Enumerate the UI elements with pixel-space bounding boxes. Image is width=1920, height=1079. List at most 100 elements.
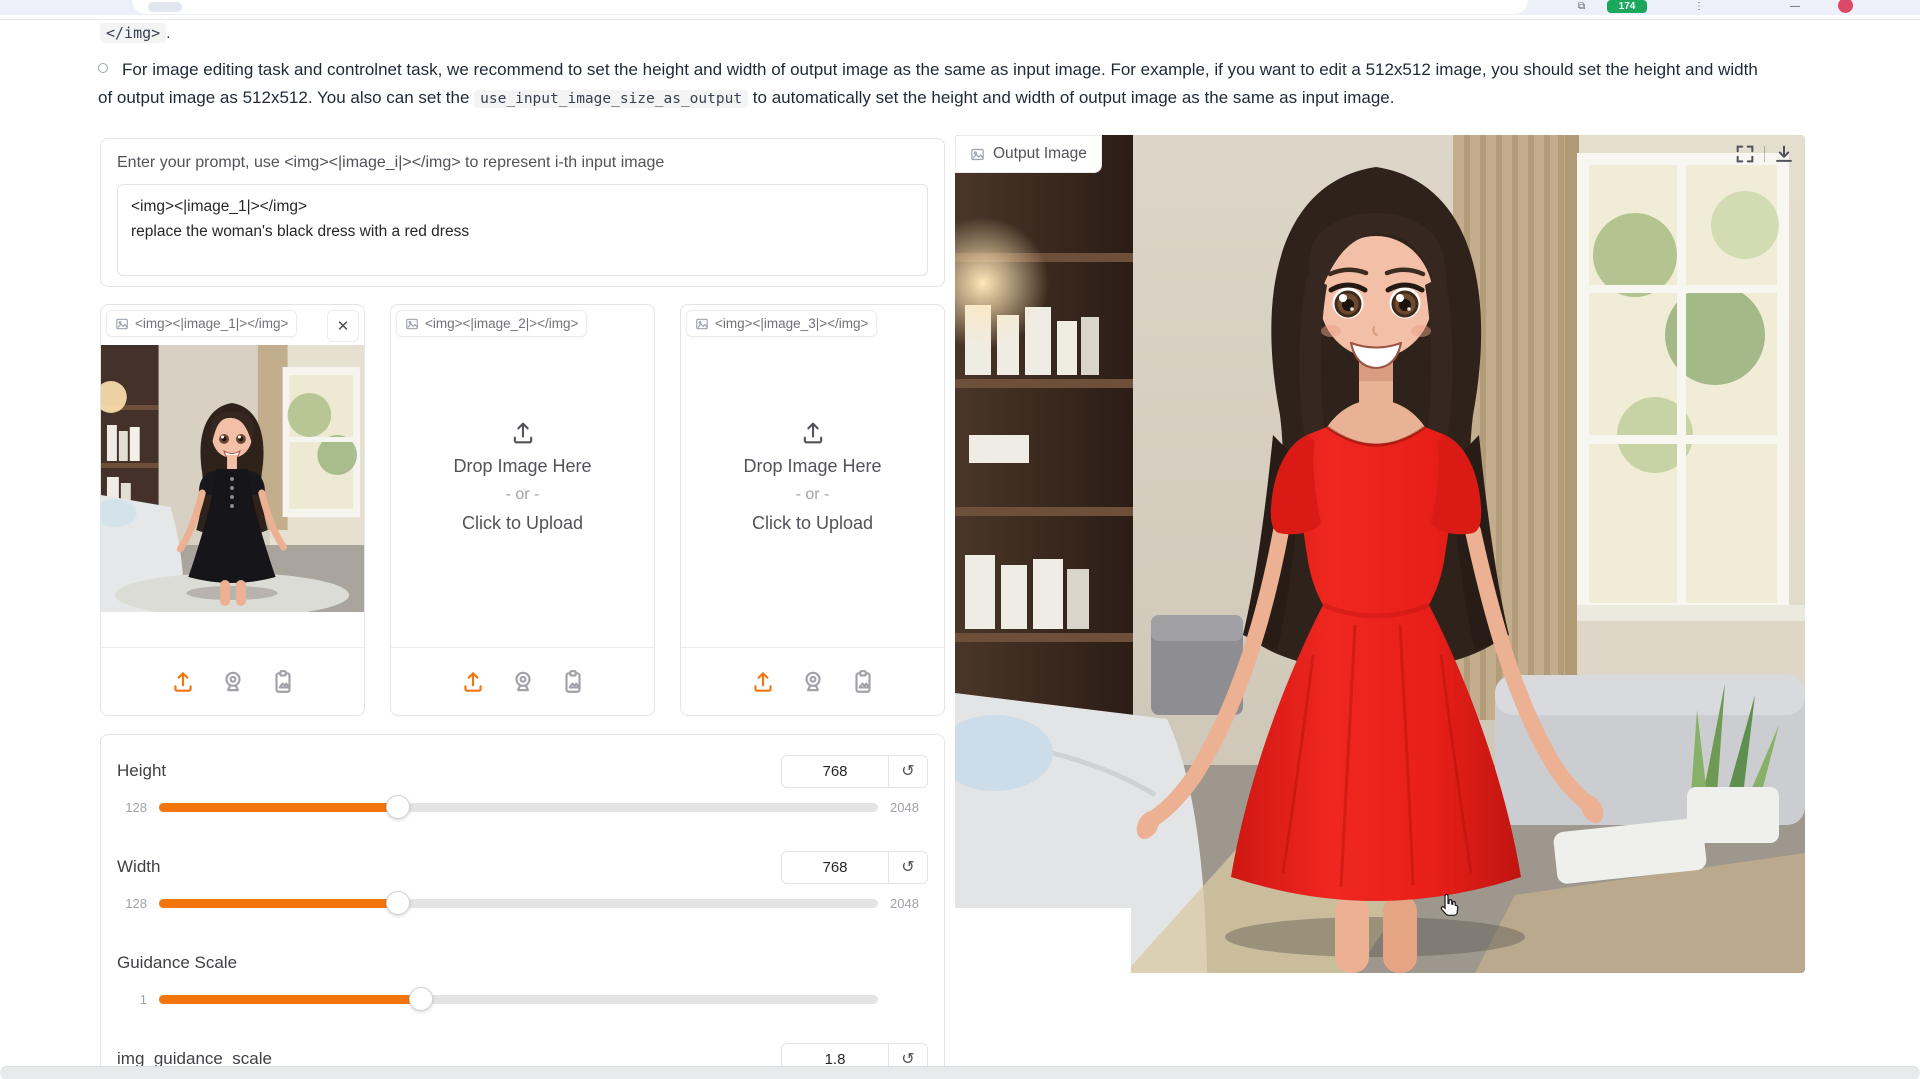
image-slot-1-label-pill: <img><|image_1|></img>: [106, 310, 297, 337]
clipboard-icon[interactable]: [560, 669, 586, 695]
guidance-scale-label: Guidance Scale: [117, 953, 237, 973]
image-icon: [695, 317, 709, 331]
or-text: - or -: [796, 486, 830, 504]
prompt-label: Enter your prompt, use <img><|image_i|><…: [117, 154, 928, 172]
parameters-panel: Height 768 ↺ 128 2048 Width 768 ↺ 128: [100, 734, 945, 1079]
width-reset-button[interactable]: ↺: [888, 852, 927, 883]
height-slider-row: 128 2048: [117, 795, 928, 819]
image-icon: [115, 317, 129, 331]
image-slot-2-dropzone[interactable]: Drop Image Here - or - Click to Upload: [391, 305, 654, 647]
guidance-min-label: 1: [117, 992, 147, 1007]
height-reset-button[interactable]: ↺: [888, 756, 927, 787]
width-slider-track[interactable]: [159, 899, 878, 908]
or-text: - or -: [506, 486, 540, 504]
height-slider-head: Height 768 ↺: [117, 753, 928, 789]
extension-badge[interactable]: 174: [1607, 0, 1647, 13]
image-slot-3-toolbar: [681, 647, 944, 715]
width-min-label: 128: [117, 896, 147, 911]
output-image-panel[interactable]: Output Image: [955, 135, 1805, 973]
upload-cloud-icon: [798, 419, 828, 447]
click-to-upload-text[interactable]: Click to Upload: [462, 513, 583, 534]
image-slot-2-toolbar: [391, 647, 654, 715]
width-slider-handle[interactable]: [386, 891, 410, 915]
height-min-label: 128: [117, 800, 147, 815]
image-slot-1: <img><|image_1|></img> ✕: [100, 304, 365, 716]
image-slot-3-label: <img><|image_3|></img>: [715, 316, 868, 331]
guidance-slider-track[interactable]: [159, 995, 878, 1004]
width-slider-row: 128 2048: [117, 891, 928, 915]
intro-code-line: </img>.: [100, 24, 170, 42]
image-slot-2: <img><|image_2|></img> Drop Image Here -…: [390, 304, 655, 716]
guidance-slider-handle[interactable]: [409, 987, 433, 1011]
image-icon: [405, 317, 419, 331]
width-slider-head: Width 768 ↺: [117, 849, 928, 885]
image-slot-3-dropzone[interactable]: Drop Image Here - or - Click to Upload: [681, 305, 944, 647]
drop-image-here-text: Drop Image Here: [743, 456, 881, 477]
img-close-tag-code: </img>: [100, 23, 166, 43]
output-image: [955, 135, 1805, 973]
horizontal-scrollbar[interactable]: [0, 1066, 1920, 1079]
upload-icon[interactable]: [460, 669, 486, 695]
height-max-label: 2048: [890, 800, 928, 815]
height-slider-fill: [159, 803, 398, 812]
image-slot-1-toolbar: [101, 647, 364, 715]
width-input-group: 768 ↺: [781, 851, 928, 884]
output-actions-divider: [1764, 146, 1765, 162]
prompt-panel: Enter your prompt, use <img><|image_i|><…: [100, 138, 945, 287]
browser-menu-icon[interactable]: ⋮: [1694, 1, 1704, 12]
width-max-label: 2048: [890, 896, 928, 911]
height-slider-track[interactable]: [159, 803, 878, 812]
drop-image-here-text: Drop Image Here: [453, 456, 591, 477]
output-actions: [1732, 141, 1797, 167]
address-chip: [148, 2, 182, 12]
extensions-icon[interactable]: ⧉: [1578, 1, 1585, 12]
guidance-slider-row: 1: [117, 987, 928, 1011]
output-image-blank-region: [955, 908, 1131, 973]
minimize-icon[interactable]: —: [1790, 1, 1800, 12]
image-icon: [970, 147, 985, 162]
note-text-after: to automatically set the height and widt…: [748, 88, 1394, 107]
browser-bar: ⧉ 174 ⋮ —: [0, 0, 1920, 15]
output-image-label: Output Image: [993, 145, 1087, 163]
prompt-input[interactable]: <img><|image_1|></img> replace the woman…: [117, 184, 928, 276]
output-image-label-pill: Output Image: [955, 135, 1102, 173]
download-icon[interactable]: [1771, 141, 1797, 167]
webcam-icon[interactable]: [220, 669, 246, 695]
input-images-row: <img><|image_1|></img> ✕: [100, 304, 945, 716]
profile-avatar[interactable]: [1838, 0, 1853, 13]
input-image-thumbnail[interactable]: [101, 345, 364, 612]
clipboard-icon[interactable]: [850, 669, 876, 695]
image-slot-3: <img><|image_3|></img> Drop Image Here -…: [680, 304, 945, 716]
image-slot-2-label: <img><|image_2|></img>: [425, 316, 578, 331]
upload-icon[interactable]: [170, 669, 196, 695]
upload-cloud-icon: [508, 419, 538, 447]
width-label: Width: [117, 857, 160, 877]
address-bar[interactable]: [132, 0, 1528, 14]
width-slider-fill: [159, 899, 398, 908]
webcam-icon[interactable]: [510, 669, 536, 695]
app-page: ⧉ 174 ⋮ — </img>. For image editing task…: [0, 0, 1920, 1079]
bullet-icon: [98, 63, 108, 73]
height-value-input[interactable]: 768: [782, 756, 888, 787]
webcam-icon[interactable]: [800, 669, 826, 695]
mouse-cursor: [1436, 893, 1460, 924]
click-to-upload-text[interactable]: Click to Upload: [752, 513, 873, 534]
image-slot-2-label-pill: <img><|image_2|></img>: [396, 310, 587, 337]
image-slot-1-label: <img><|image_1|></img>: [135, 316, 288, 331]
upload-icon[interactable]: [750, 669, 776, 695]
width-value-input[interactable]: 768: [782, 852, 888, 883]
clear-image-button[interactable]: ✕: [327, 310, 359, 342]
period: .: [166, 25, 170, 42]
note-code: use_input_image_size_as_output: [474, 90, 748, 108]
clipboard-icon[interactable]: [270, 669, 296, 695]
input-image-scene: [101, 345, 364, 612]
fullscreen-icon[interactable]: [1732, 141, 1758, 167]
guidance-slider-fill: [159, 995, 421, 1004]
height-label: Height: [117, 761, 166, 781]
intro-note: For image editing task and controlnet ta…: [98, 56, 1770, 113]
image-slot-3-label-pill: <img><|image_3|></img>: [686, 310, 877, 337]
top-divider: [0, 19, 1920, 20]
height-input-group: 768 ↺: [781, 755, 928, 788]
height-slider-handle[interactable]: [386, 795, 410, 819]
guidance-slider-head: Guidance Scale: [117, 945, 928, 981]
